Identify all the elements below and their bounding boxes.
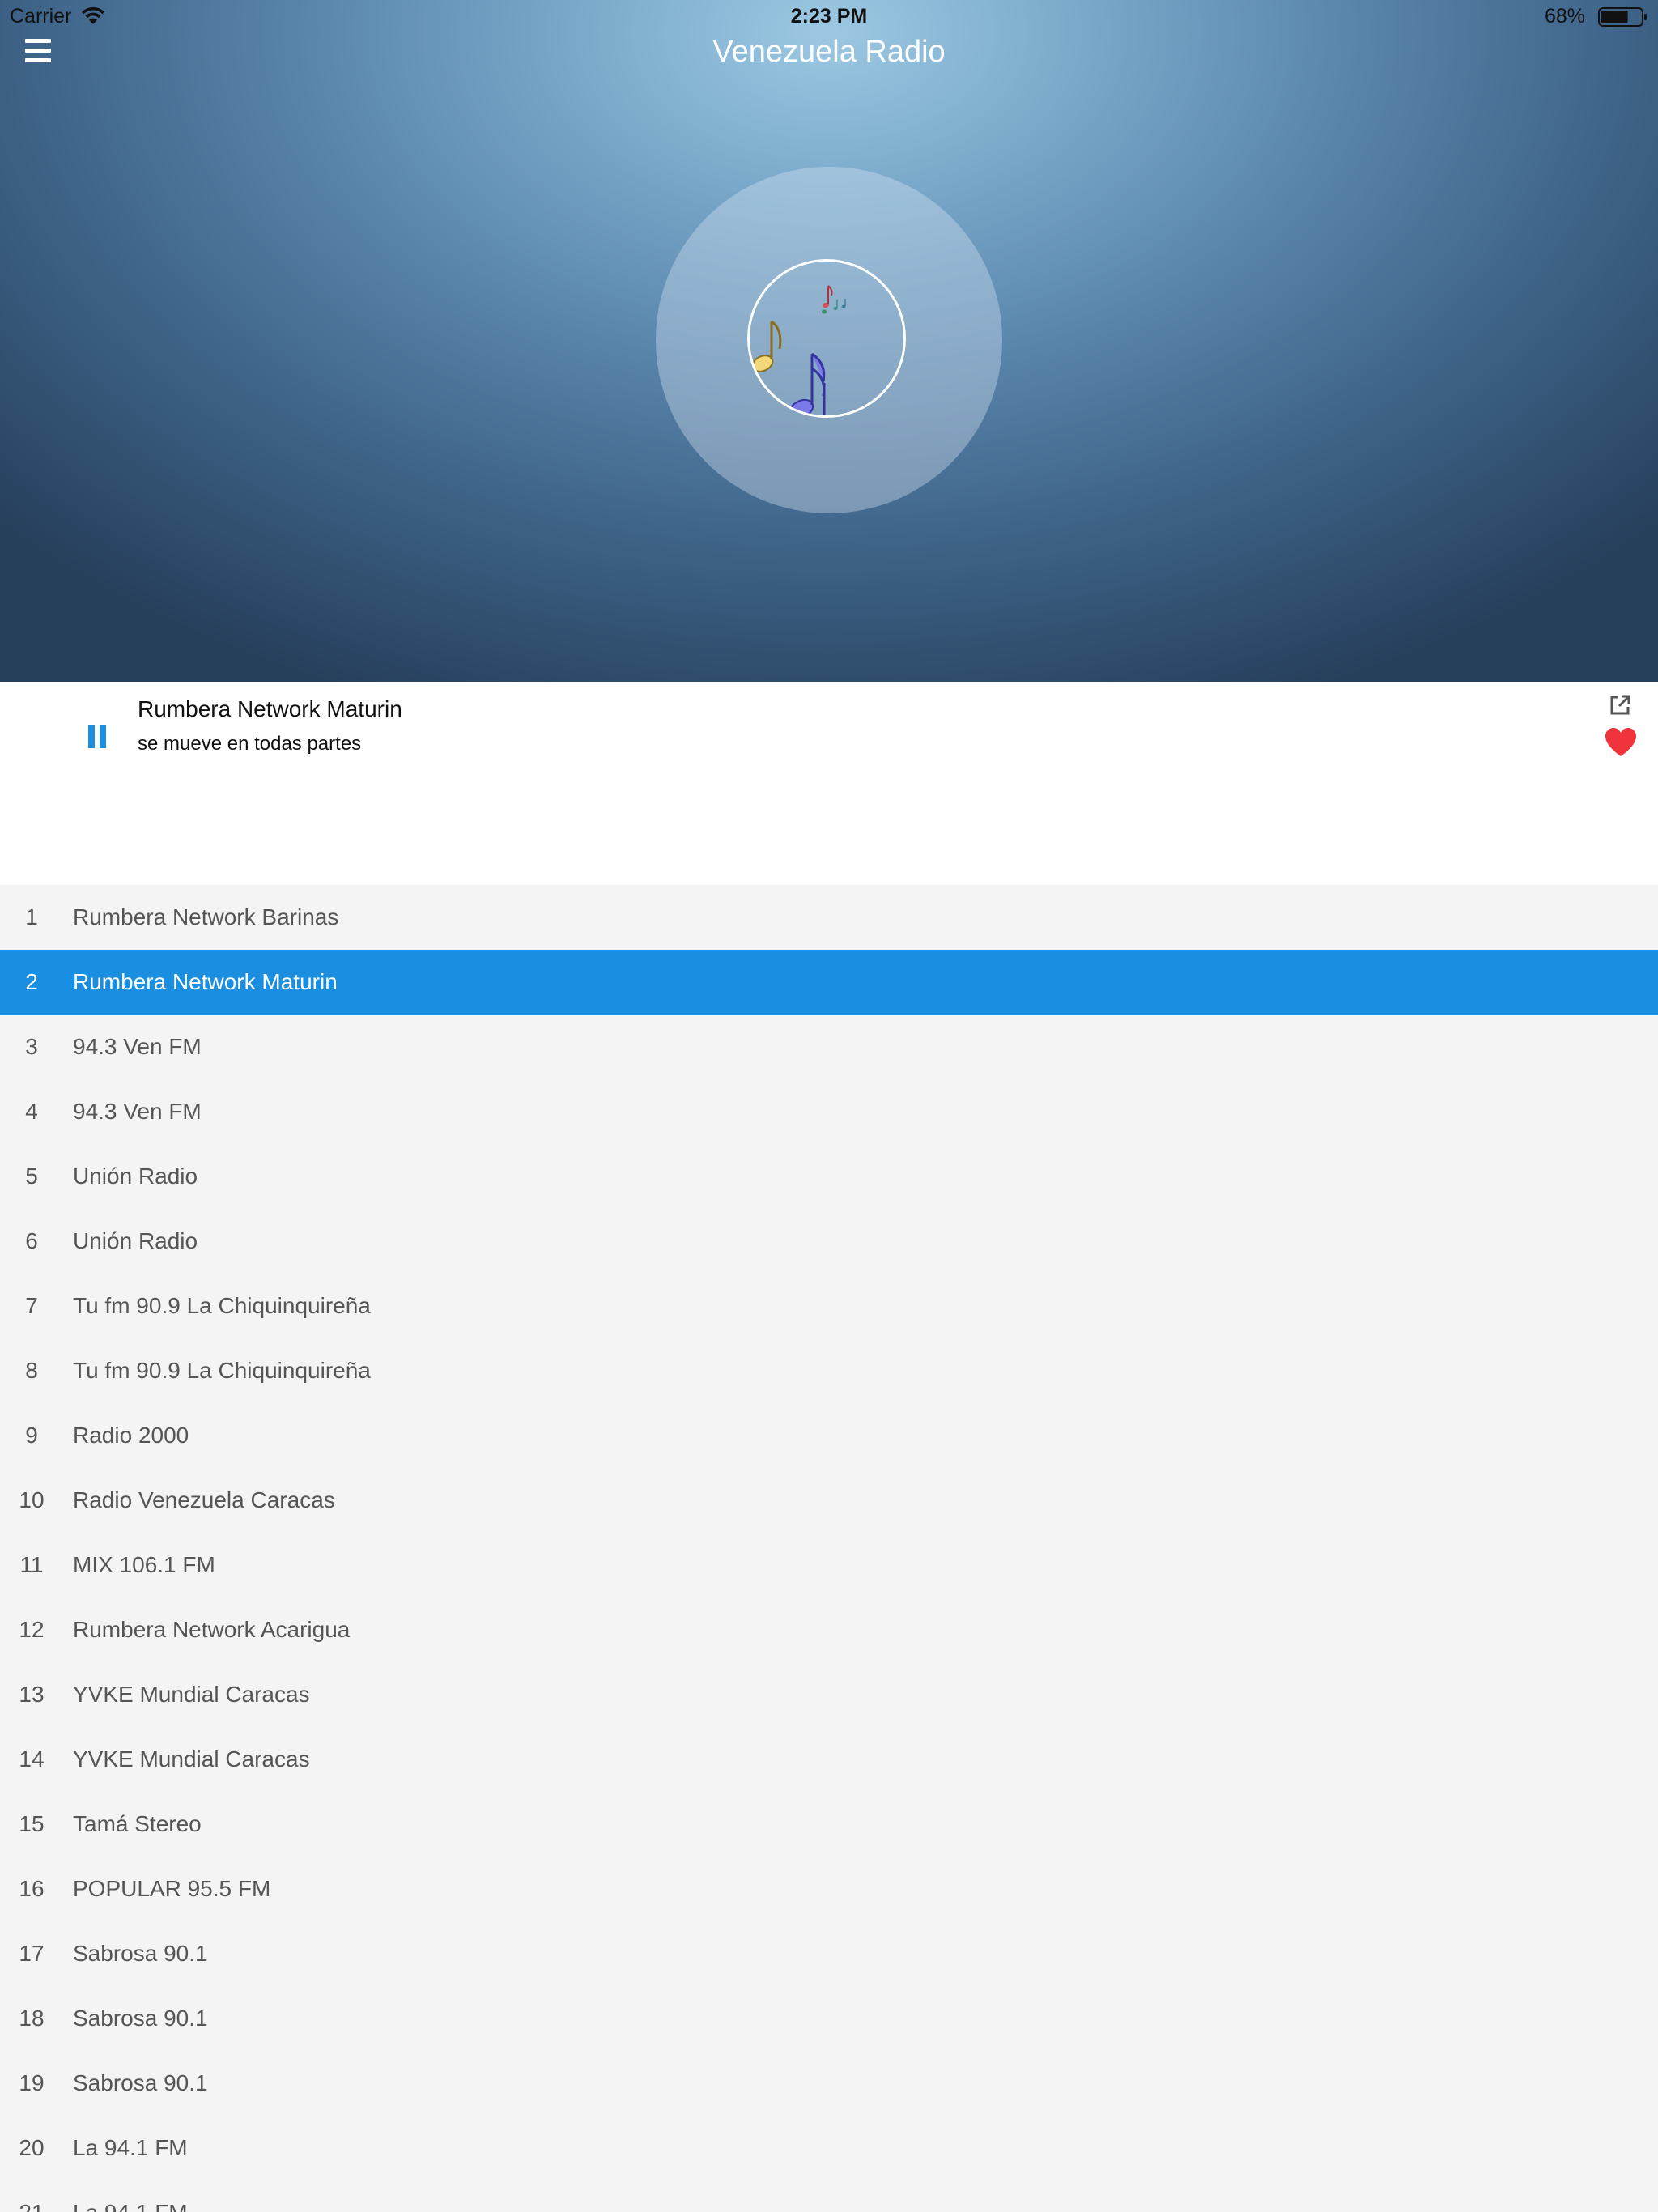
station-row[interactable]: 6 Unión Radio (0, 1209, 1658, 1274)
station-row[interactable]: 8 Tu fm 90.9 La Chiquinquireña (0, 1338, 1658, 1403)
station-name: Sabrosa 90.1 (73, 1941, 208, 1966)
station-row[interactable]: 7 Tu fm 90.9 La Chiquinquireña (0, 1274, 1658, 1338)
now-playing-panel: Rumbera Network Maturin se mueve en toda… (0, 682, 1658, 885)
station-name: Sabrosa 90.1 (73, 2006, 208, 2031)
station-name: La 94.1 FM (73, 2180, 188, 2212)
station-row[interactable]: 16 POPULAR 95.5 FM (0, 1857, 1658, 1921)
heart-icon[interactable] (1605, 727, 1637, 758)
station-name: Tu fm 90.9 La Chiquinquireña (73, 1293, 371, 1318)
station-number: 20 (19, 2135, 45, 2160)
station-name: Tu fm 90.9 La Chiquinquireña (73, 1358, 371, 1383)
station-row[interactable]: 18 Sabrosa 90.1 (0, 1986, 1658, 2051)
station-row[interactable]: 3 94.3 Ven FM (0, 1015, 1658, 1079)
app-title: Venezuela Radio (712, 35, 946, 69)
station-name: 94.3 Ven FM (73, 1099, 202, 1124)
station-number: 15 (19, 1811, 45, 1836)
station-number: 5 (25, 1163, 38, 1189)
pause-icon (88, 725, 95, 748)
station-number: 6 (25, 1228, 38, 1253)
station-name: YVKE Mundial Caracas (73, 1682, 310, 1707)
station-number: 17 (19, 1941, 45, 1966)
station-number: 8 (25, 1358, 38, 1383)
station-row[interactable]: 2 Rumbera Network Maturin (0, 950, 1658, 1015)
station-number: 18 (19, 2006, 45, 2031)
clock: 2:23 PM (790, 5, 868, 28)
station-number: 10 (19, 1487, 45, 1512)
station-list: 1 Rumbera Network Barinas 2 Rumbera Network… (0, 885, 1658, 2212)
station-number: 19 (19, 2070, 45, 2095)
station-row[interactable]: 1 Rumbera Network Barinas (0, 885, 1658, 950)
station-name: MIX 106.1 FM (73, 1552, 215, 1577)
player-header: Carrier 2:23 PM 68% Venezuela Radio (0, 0, 1658, 682)
status-bar: Carrier 2:23 PM 68% (0, 0, 1658, 32)
album-artwork (747, 259, 906, 418)
station-name: YVKE Mundial Caracas (73, 1746, 310, 1772)
now-playing-subtitle: se mueve en todas partes (138, 733, 362, 755)
station-number: 13 (19, 1682, 45, 1707)
station-number: 7 (25, 1293, 38, 1318)
station-row[interactable]: 13 YVKE Mundial Caracas (0, 1662, 1658, 1727)
station-row[interactable]: 5 Unión Radio (0, 1144, 1658, 1209)
station-number: 14 (19, 1746, 45, 1772)
station-name: Sabrosa 90.1 (73, 2070, 208, 2095)
battery-icon (1598, 7, 1647, 27)
station-row[interactable]: 12 Rumbera Network Acarigua (0, 1597, 1658, 1662)
station-row[interactable]: 17 Sabrosa 90.1 (0, 1921, 1658, 1986)
music-notes-icon (751, 285, 846, 415)
station-row[interactable]: 9 Radio 2000 (0, 1403, 1658, 1468)
now-playing-station: Rumbera Network Maturin (138, 696, 402, 721)
station-row[interactable]: 14 YVKE Mundial Caracas (0, 1727, 1658, 1792)
station-number: 4 (25, 1099, 38, 1124)
station-name: Unión Radio (73, 1163, 198, 1189)
station-name: POPULAR 95.5 FM (73, 1876, 271, 1901)
battery-percent: 68% (1544, 5, 1585, 28)
station-number: 16 (19, 1876, 45, 1901)
station-number: 3 (25, 1034, 38, 1059)
station-name: Rumbera Network Barinas (73, 904, 339, 929)
station-name: Rumbera Network Maturin (73, 969, 338, 994)
station-row[interactable]: 19 Sabrosa 90.1 (0, 2051, 1658, 2116)
station-row[interactable]: 21 La 94.1 FM (0, 2180, 1658, 2212)
station-name: Radio Venezuela Caracas (73, 1487, 335, 1512)
station-row[interactable]: 15 Tamá Stereo (0, 1792, 1658, 1857)
station-row[interactable]: 11 MIX 106.1 FM (0, 1533, 1658, 1597)
station-row[interactable]: 10 Radio Venezuela Caracas (0, 1468, 1658, 1533)
station-name: 94.3 Ven FM (73, 1034, 202, 1059)
station-row[interactable]: 4 94.3 Ven FM (0, 1079, 1658, 1144)
station-number: 9 (25, 1423, 38, 1448)
station-number: 12 (19, 1617, 45, 1642)
external-share-icon[interactable] (1608, 693, 1632, 717)
station-name: Radio 2000 (73, 1423, 189, 1448)
station-number: 11 (19, 1552, 44, 1577)
station-name: Tamá Stereo (73, 1811, 202, 1836)
station-name: Rumbera Network Acarigua (73, 1617, 351, 1642)
pause-button[interactable] (84, 721, 112, 753)
station-name: La 94.1 FM (73, 2135, 188, 2160)
station-name: Unión Radio (73, 1228, 198, 1253)
station-number: 2 (25, 969, 38, 994)
station-row[interactable]: 20 La 94.1 FM (0, 2116, 1658, 2180)
station-number: 1 (25, 904, 38, 929)
station-number: 21 (0, 2180, 63, 2212)
